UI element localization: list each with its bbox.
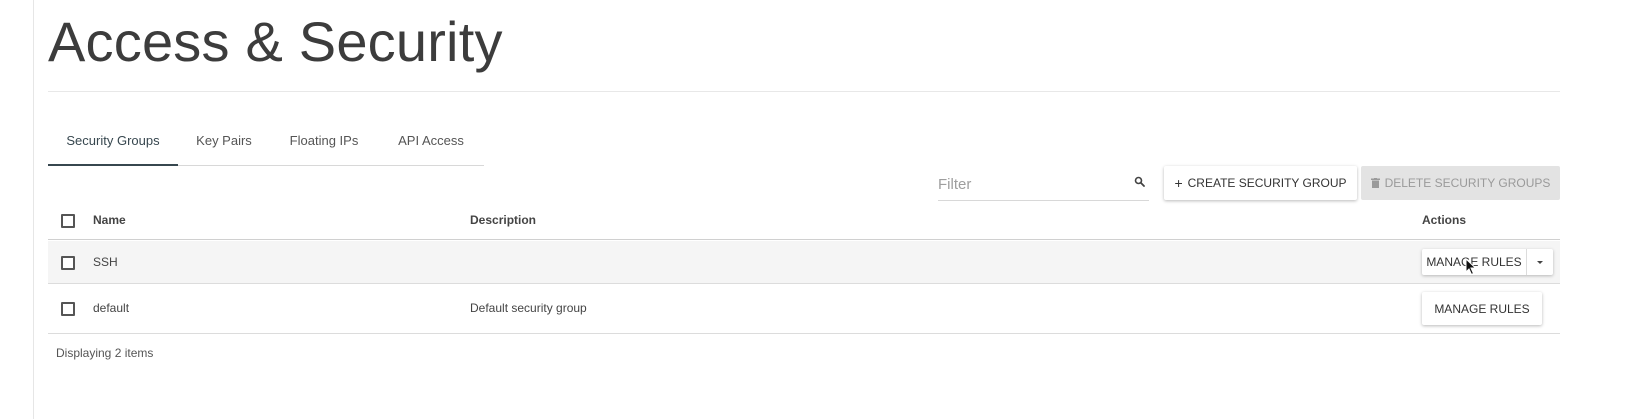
delete-security-groups-label: DELETE SECURITY GROUPS — [1384, 176, 1551, 190]
tab-security-groups[interactable]: Security Groups — [48, 116, 178, 166]
row-description: Default security group — [470, 301, 587, 315]
filter-input[interactable] — [938, 172, 1128, 196]
row-checkbox[interactable] — [61, 256, 75, 270]
page-title: Access & Security — [48, 10, 503, 73]
table-row[interactable]: default Default security group MANAGE RU… — [48, 284, 1560, 334]
item-count: Displaying 2 items — [56, 346, 154, 360]
delete-security-groups-button[interactable]: DELETE SECURITY GROUPS — [1361, 166, 1560, 200]
column-header-actions: Actions — [1422, 213, 1467, 227]
title-divider — [48, 91, 1560, 92]
sidebar-divider — [33, 0, 34, 419]
search-icon[interactable] — [1134, 176, 1145, 187]
tab-bar: Security Groups Key Pairs Floating IPs A… — [48, 116, 484, 166]
row-name: default — [93, 301, 130, 315]
column-header-description: Description — [470, 213, 537, 227]
create-security-group-label: CREATE SECURITY GROUP — [1187, 176, 1347, 190]
column-header-name: Name — [93, 213, 126, 227]
mouse-cursor-icon — [1465, 258, 1477, 276]
plus-icon: + — [1174, 175, 1183, 191]
tab-floating-ips[interactable]: Floating IPs — [270, 116, 378, 165]
row-name: SSH — [93, 255, 118, 269]
tab-api-access[interactable]: API Access — [378, 116, 484, 165]
manage-rules-button[interactable]: MANAGE RULES — [1422, 292, 1542, 325]
actions-dropdown-toggle[interactable] — [1527, 249, 1553, 275]
select-all-checkbox[interactable] — [61, 214, 75, 228]
filter-field — [938, 166, 1149, 201]
create-security-group-button[interactable]: + CREATE SECURITY GROUP — [1164, 166, 1357, 200]
trash-icon — [1370, 178, 1380, 188]
row-checkbox[interactable] — [61, 302, 75, 316]
tab-key-pairs[interactable]: Key Pairs — [178, 116, 270, 165]
chevron-down-icon — [1537, 260, 1543, 264]
table-row[interactable]: SSH MANAGE RULES — [48, 241, 1560, 284]
manage-rules-split-button: MANAGE RULES — [1422, 249, 1553, 275]
table-header: Name Description Actions — [48, 200, 1560, 240]
